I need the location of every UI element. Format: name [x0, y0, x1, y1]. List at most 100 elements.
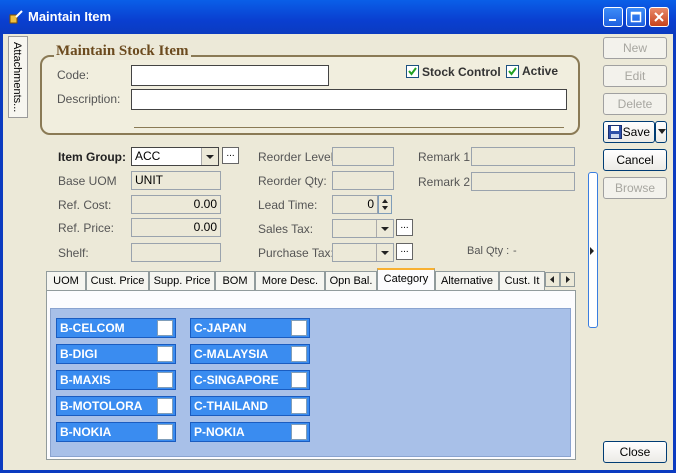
category-label: B-MAXIS — [60, 373, 111, 387]
category-label: B-NOKIA — [60, 425, 112, 439]
ref-cost-label: Ref. Cost: — [58, 198, 112, 212]
purchase-tax-select[interactable] — [332, 243, 394, 262]
category-item[interactable]: C-SINGAPORE — [190, 370, 310, 390]
item-group-select[interactable]: ACC — [131, 147, 219, 166]
close-button[interactable]: Close — [603, 441, 667, 463]
category-item[interactable]: B-CELCOM — [56, 318, 176, 338]
save-button[interactable]: Save — [603, 121, 655, 143]
category-label: B-CELCOM — [60, 321, 125, 335]
chevron-right-icon[interactable] — [588, 246, 596, 256]
reorder-qty-field[interactable] — [332, 171, 394, 190]
category-item[interactable]: C-MALAYSIA — [190, 344, 310, 364]
category-checkbox[interactable] — [291, 372, 307, 388]
remark1-field[interactable] — [471, 147, 575, 166]
check-icon — [408, 67, 417, 76]
save-label: Save — [622, 125, 650, 139]
code-label: Code: — [57, 68, 90, 82]
delete-button[interactable]: Delete — [603, 93, 667, 115]
reorder-qty-label: Reorder Qty: — [258, 174, 327, 188]
ref-cost-field[interactable]: 0.00 — [131, 195, 221, 214]
cancel-button[interactable]: Cancel — [603, 149, 667, 171]
active-checkbox[interactable] — [506, 65, 519, 78]
tab-scroll-right-button[interactable] — [560, 272, 575, 287]
attachments-tab[interactable]: Attachments... — [8, 36, 28, 118]
shelf-field[interactable] — [131, 243, 221, 262]
chevron-left-icon — [550, 276, 554, 283]
stock-control-label: Stock Control — [422, 65, 501, 79]
group-title: Maintain Stock Item — [54, 43, 191, 60]
category-item[interactable]: B-NOKIA — [56, 422, 176, 442]
window-title: Maintain Item — [28, 9, 112, 24]
app-icon — [9, 10, 23, 24]
tab-supp-price[interactable]: Supp. Price — [149, 271, 215, 291]
item-group-value: ACC — [135, 149, 161, 163]
minimize-button[interactable] — [603, 7, 623, 27]
category-item[interactable]: P-NOKIA — [190, 422, 310, 442]
active-label: Active — [522, 64, 559, 78]
chevron-down-icon — [381, 251, 389, 255]
tab-scroll-left-button[interactable] — [545, 272, 560, 287]
category-item[interactable]: B-DIGI — [56, 344, 176, 364]
new-button[interactable]: New — [603, 37, 667, 59]
sales-tax-dropdown-button[interactable] — [376, 220, 393, 237]
check-icon — [508, 67, 517, 76]
category-item[interactable]: C-THAILAND — [190, 396, 310, 416]
purchase-tax-label: Purchase Tax: — [258, 246, 334, 260]
tab-category[interactable]: Category — [377, 268, 435, 292]
category-label: C-MALAYSIA — [194, 347, 269, 361]
group-divider — [134, 127, 564, 128]
save-options-button[interactable] — [655, 121, 667, 143]
category-label: B-MOTOLORA — [60, 399, 143, 413]
category-panel: B-CELCOM B-DIGI B-MAXIS B-MOTOLORA B-NOK… — [50, 308, 571, 457]
chevron-down-icon — [206, 155, 214, 159]
tab-opn-bal[interactable]: Opn Bal. — [325, 271, 377, 291]
category-checkbox[interactable] — [157, 372, 173, 388]
stock-control-checkbox[interactable] — [406, 65, 419, 78]
base-uom-field[interactable]: UNIT — [131, 171, 221, 190]
ref-price-field[interactable]: 0.00 — [131, 218, 221, 237]
category-checkbox[interactable] — [291, 346, 307, 362]
tab-cust-price[interactable]: Cust. Price — [86, 271, 149, 291]
code-input[interactable] — [131, 65, 329, 86]
category-item[interactable]: C-JAPAN — [190, 318, 310, 338]
item-group-lookup-button[interactable]: ... — [222, 147, 239, 164]
shelf-label: Shelf: — [58, 246, 89, 260]
tab-bom[interactable]: BOM — [215, 271, 255, 291]
description-input[interactable] — [131, 89, 567, 110]
tab-uom[interactable]: UOM — [46, 271, 86, 291]
reorder-level-label: Reorder Level: — [258, 150, 337, 164]
reorder-level-field[interactable] — [332, 147, 394, 166]
item-group-dropdown-button[interactable] — [201, 148, 218, 165]
category-item[interactable]: B-MAXIS — [56, 370, 176, 390]
item-group-label: Item Group: — [58, 150, 126, 164]
category-checkbox[interactable] — [157, 398, 173, 414]
edit-button[interactable]: Edit — [603, 65, 667, 87]
chevron-down-icon — [381, 227, 389, 231]
category-checkbox[interactable] — [291, 320, 307, 336]
remark2-field[interactable] — [471, 172, 575, 191]
browse-button[interactable]: Browse — [603, 177, 667, 199]
category-checkbox[interactable] — [157, 346, 173, 362]
purchase-tax-lookup-button[interactable]: ... — [396, 243, 413, 260]
lead-time-field[interactable]: 0 — [332, 195, 378, 214]
bal-qty-label: Bal Qty : — [467, 245, 510, 257]
tab-alternative[interactable]: Alternative — [435, 271, 499, 291]
lead-time-spinner[interactable] — [378, 195, 392, 214]
maximize-button[interactable] — [626, 7, 646, 27]
category-checkbox[interactable] — [291, 424, 307, 440]
sales-tax-lookup-button[interactable]: ... — [396, 219, 413, 236]
close-window-button[interactable] — [649, 7, 669, 27]
base-uom-label: Base UOM — [58, 174, 117, 188]
tab-more-desc[interactable]: More Desc. — [255, 271, 325, 291]
category-checkbox[interactable] — [291, 398, 307, 414]
tab-cust-item[interactable]: Cust. It — [499, 271, 545, 291]
category-checkbox[interactable] — [157, 320, 173, 336]
category-label: B-DIGI — [60, 347, 98, 361]
purchase-tax-dropdown-button[interactable] — [376, 244, 393, 261]
spin-arrows-icon — [382, 199, 388, 210]
category-item[interactable]: B-MOTOLORA — [56, 396, 176, 416]
sales-tax-select[interactable] — [332, 219, 394, 238]
category-checkbox[interactable] — [157, 424, 173, 440]
close-icon — [654, 12, 664, 22]
chevron-right-icon — [566, 276, 570, 283]
